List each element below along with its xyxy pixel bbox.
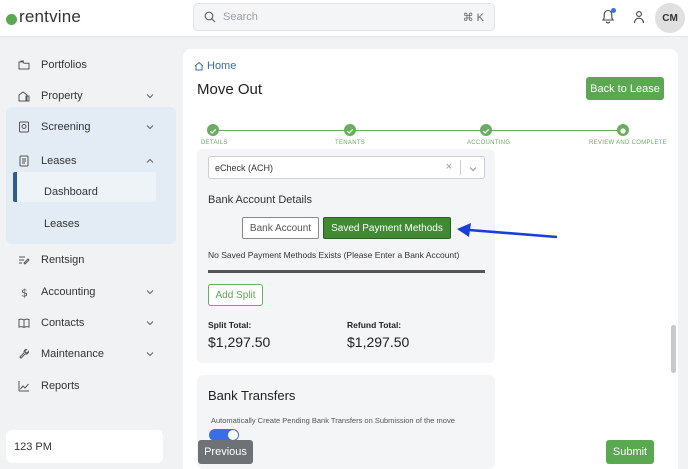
chart-icon bbox=[18, 381, 29, 392]
sidebar-item-label: Maintenance bbox=[41, 348, 104, 360]
sidebar-item-label: Portfolios bbox=[41, 59, 87, 71]
logo-text: rentvine bbox=[19, 7, 82, 26]
chevron-down-icon bbox=[146, 290, 154, 295]
refund-total-value: $1,297.50 bbox=[347, 334, 410, 350]
search-icon bbox=[204, 11, 216, 23]
step-tenants-check-icon[interactable] bbox=[344, 124, 356, 136]
top-bar: rentvine Search ⌘ K CM bbox=[0, 0, 688, 37]
annotation-arrow-icon bbox=[457, 223, 558, 239]
svg-text:$: $ bbox=[21, 287, 28, 299]
step-label-accounting: ACCOUNTING bbox=[467, 140, 511, 146]
avatar[interactable]: CM bbox=[655, 3, 685, 33]
sidebar-subitem-leases[interactable]: Leases bbox=[44, 218, 79, 230]
screening-icon bbox=[19, 121, 29, 133]
split-total-label: Split Total: bbox=[208, 320, 252, 330]
stepper-line bbox=[213, 130, 623, 131]
search-input[interactable]: Search bbox=[223, 11, 258, 23]
user-icon[interactable] bbox=[633, 10, 645, 24]
chevron-down-icon[interactable] bbox=[469, 165, 477, 173]
scrollbar[interactable] bbox=[671, 325, 676, 373]
chevron-down-icon bbox=[146, 125, 154, 130]
sidebar-item-reports[interactable]: Reports bbox=[10, 373, 166, 399]
payment-form-card: eCheck (ACH) × Bank Account Details Bank… bbox=[197, 149, 495, 363]
divider bbox=[208, 270, 485, 273]
toggle-knob bbox=[228, 430, 238, 440]
building-icon bbox=[18, 91, 30, 102]
add-split-button[interactable]: Add Split bbox=[208, 284, 263, 306]
document-icon bbox=[19, 155, 29, 167]
breadcrumb-home[interactable]: Home bbox=[207, 60, 236, 72]
sidebar-item-label: Leases bbox=[41, 155, 77, 167]
bank-account-button[interactable]: Bank Account bbox=[242, 217, 319, 239]
status-time-box: 123 PM bbox=[6, 430, 163, 463]
sidebar-item-screening[interactable]: Screening bbox=[10, 114, 166, 140]
wrench-icon bbox=[19, 348, 30, 359]
payment-method-select[interactable]: eCheck (ACH) × bbox=[208, 156, 485, 179]
sidebar-item-leases[interactable]: Leases bbox=[10, 148, 166, 174]
sidebar-subitem-dashboard[interactable]: Dashboard bbox=[44, 186, 98, 198]
step-details-check-icon[interactable] bbox=[207, 124, 219, 136]
bank-transfers-description: Automatically Create Pending Bank Transf… bbox=[211, 416, 455, 425]
logo-mark-icon bbox=[6, 13, 17, 25]
clear-icon[interactable]: × bbox=[446, 161, 452, 173]
split-total-value: $1,297.50 bbox=[208, 334, 271, 350]
step-label-tenants: TENANTS bbox=[335, 140, 366, 146]
home-icon bbox=[194, 61, 204, 71]
book-icon bbox=[18, 318, 30, 329]
sidebar-item-accounting[interactable]: $ Accounting bbox=[10, 279, 166, 305]
search-box[interactable]: Search ⌘ K bbox=[193, 3, 495, 31]
main-card: Home Move Out Back to Lease DETAILS TENA… bbox=[183, 49, 678, 469]
previous-button[interactable]: Previous bbox=[198, 440, 253, 464]
dollar-icon: $ bbox=[21, 287, 28, 299]
bank-account-details-heading: Bank Account Details bbox=[208, 194, 312, 206]
sidebar-item-contacts[interactable]: Contacts bbox=[10, 310, 166, 336]
submit-button[interactable]: Submit bbox=[606, 440, 654, 464]
chevron-down-icon bbox=[146, 321, 154, 326]
sidebar-item-rentsign[interactable]: Rentsign bbox=[10, 247, 166, 273]
chevron-down-icon bbox=[146, 94, 154, 99]
sidebar-item-label: Reports bbox=[41, 380, 80, 392]
sidebar-item-maintenance[interactable]: Maintenance bbox=[10, 341, 166, 367]
step-label-details: DETAILS bbox=[201, 140, 228, 146]
folder-icon bbox=[18, 60, 30, 70]
sidebar-item-label: Accounting bbox=[41, 286, 96, 298]
notification-dot bbox=[611, 8, 616, 13]
back-to-lease-button[interactable]: Back to Lease bbox=[586, 77, 664, 100]
sidebar-item-portfolios[interactable]: Portfolios bbox=[10, 52, 166, 78]
sidebar-item-label: Property bbox=[41, 90, 83, 102]
signature-icon bbox=[19, 256, 30, 265]
saved-payment-methods-button[interactable]: Saved Payment Methods bbox=[323, 217, 451, 239]
page-title: Move Out bbox=[197, 81, 263, 98]
sidebar-item-property[interactable]: Property bbox=[10, 83, 166, 109]
chevron-down-icon bbox=[146, 352, 154, 357]
logo[interactable]: rentvine bbox=[6, 7, 81, 27]
sidebar-item-label: Screening bbox=[41, 121, 91, 133]
search-shortcut: ⌘ K bbox=[462, 12, 484, 24]
select-separator bbox=[460, 160, 461, 175]
sidebar-item-label: Contacts bbox=[41, 317, 85, 329]
sidebar-item-label: Rentsign bbox=[41, 254, 85, 266]
step-accounting-check-icon[interactable] bbox=[480, 124, 492, 136]
refund-total-label: Refund Total: bbox=[347, 320, 402, 330]
chevron-up-icon bbox=[146, 158, 154, 163]
breadcrumb[interactable]: Home bbox=[194, 60, 236, 72]
no-saved-methods-notice: No Saved Payment Methods Exists (Please … bbox=[208, 250, 460, 260]
step-review-current-icon[interactable] bbox=[617, 124, 629, 136]
step-label-review: REVIEW AND COMPLETE bbox=[589, 140, 668, 146]
payment-method-value: eCheck (ACH) bbox=[215, 163, 274, 173]
bank-transfers-title: Bank Transfers bbox=[208, 388, 296, 403]
